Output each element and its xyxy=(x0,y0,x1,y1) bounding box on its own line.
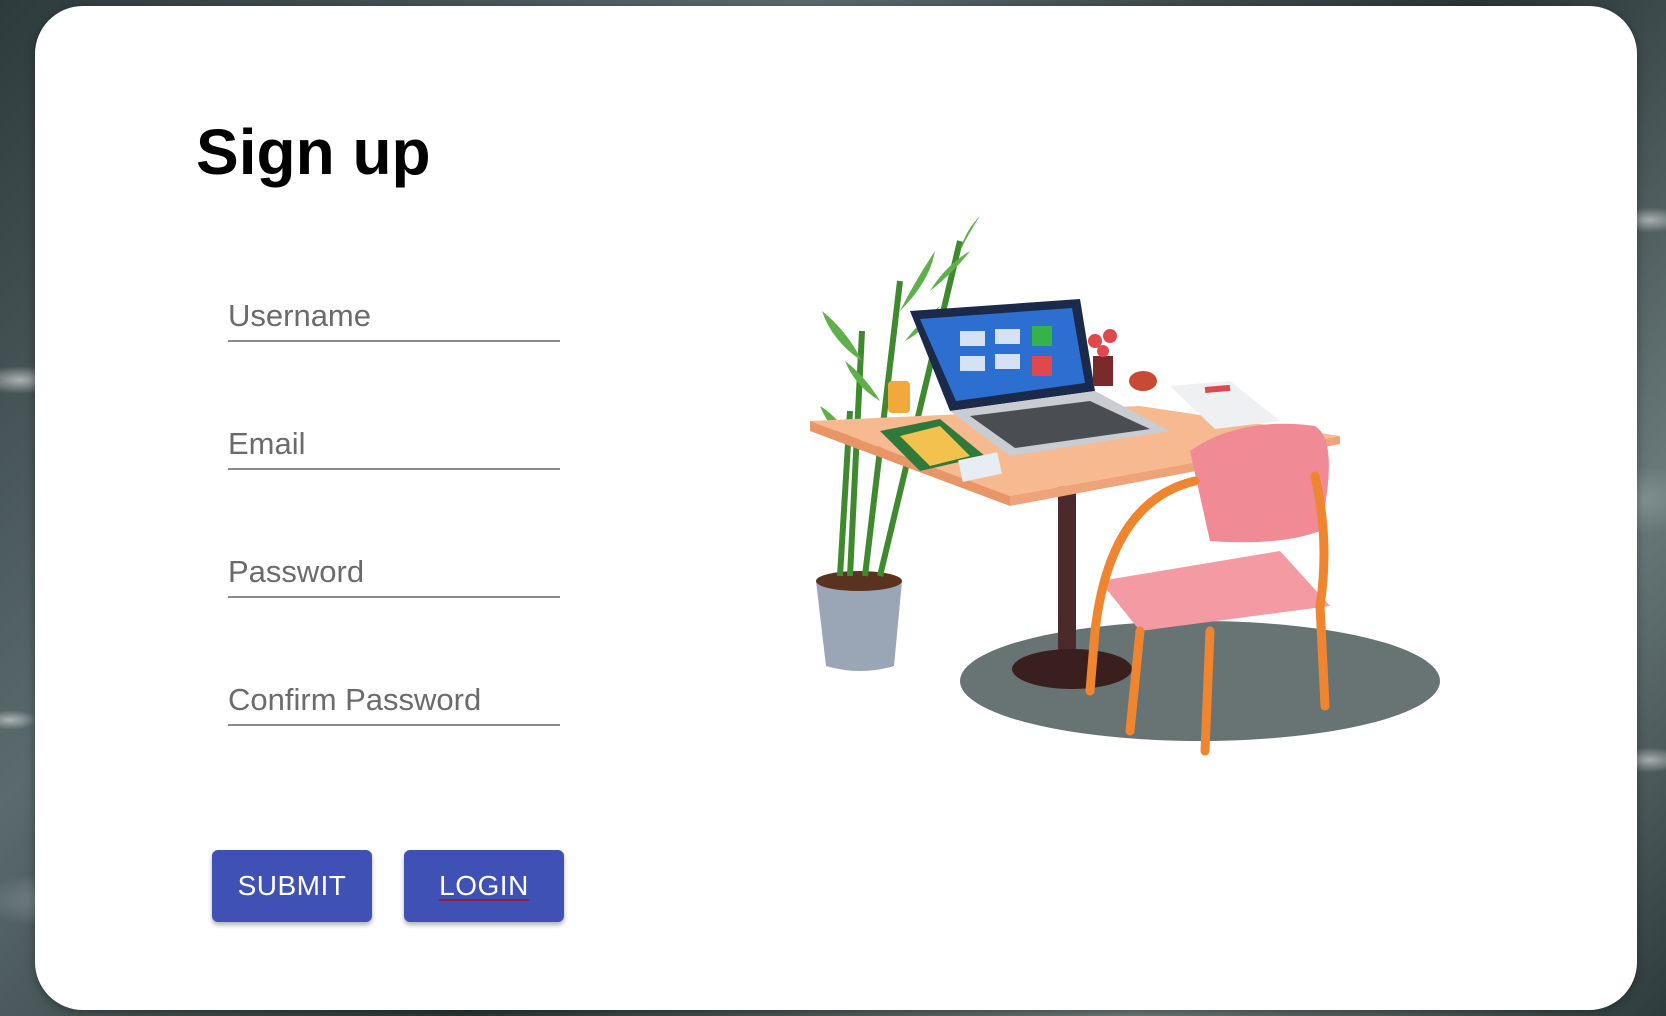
username-field-wrapper xyxy=(228,292,560,342)
login-button[interactable]: LOGIN xyxy=(404,850,564,922)
pencil-cup xyxy=(888,381,910,413)
table-base xyxy=(1012,649,1132,689)
tea-cup xyxy=(1129,371,1157,391)
email-field-wrapper xyxy=(228,420,560,470)
flower-vase xyxy=(1093,356,1113,386)
confirm-password-field-wrapper xyxy=(228,676,560,726)
desk-illustration xyxy=(810,216,1440,756)
table-leg xyxy=(1058,486,1076,661)
chair-back xyxy=(1190,423,1329,543)
page-title: Sign up xyxy=(196,116,431,188)
chair-seat xyxy=(1100,551,1330,631)
password-field-wrapper xyxy=(228,548,560,598)
plant-pot xyxy=(816,581,902,671)
submit-button[interactable]: SUBMIT xyxy=(212,850,372,922)
confirm-password-input[interactable] xyxy=(228,676,560,724)
username-input[interactable] xyxy=(228,292,560,340)
signup-card: Sign up SUBMIT LOGIN xyxy=(35,6,1637,1010)
password-input[interactable] xyxy=(228,548,560,596)
email-input[interactable] xyxy=(228,420,560,468)
